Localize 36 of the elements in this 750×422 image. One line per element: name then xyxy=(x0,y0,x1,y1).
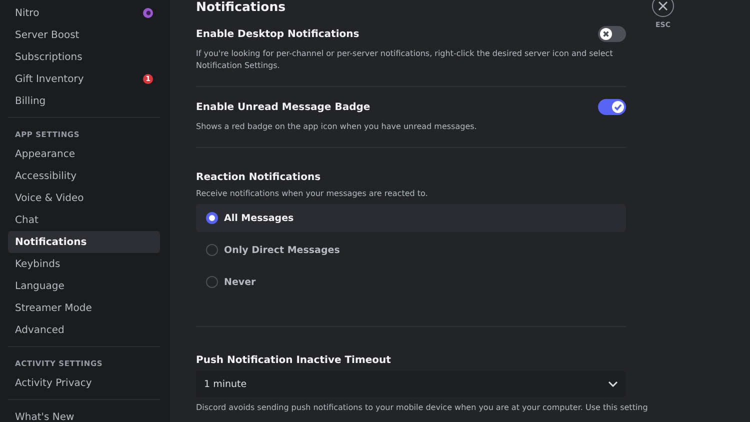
setting-description: Discord avoids sending push notifications to your mobile device when you are at your computer. Use this setting xyxy=(196,402,648,414)
setting-title: Reaction Notifications xyxy=(196,172,322,183)
sidebar-item[interactable]: Voice & Video xyxy=(8,187,160,209)
toggle-switch[interactable] xyxy=(598,99,626,115)
sidebar-item[interactable]: Language xyxy=(8,275,160,297)
setting-title: Enable Desktop Notifications xyxy=(196,28,360,40)
close-icon xyxy=(658,1,668,11)
setting-description: Receive notifications when your messages are reacted to. xyxy=(196,188,429,200)
sidebar-item[interactable]: Streamer Mode xyxy=(8,297,160,319)
toggle-switch[interactable] xyxy=(598,26,626,42)
nitro-icon xyxy=(143,8,153,18)
x-icon xyxy=(601,29,611,39)
sidebar-item[interactable]: Nitro xyxy=(8,2,160,24)
sidebar-item[interactable]: What's New xyxy=(8,406,160,422)
setting-description: Shows a red badge on the app icon when you have unread messages. xyxy=(196,121,478,133)
sidebar-item[interactable]: Activity Privacy xyxy=(8,372,160,394)
close-button[interactable] xyxy=(652,0,674,17)
radio-option[interactable]: All Messages xyxy=(196,204,626,232)
radio-option[interactable]: Only Direct Messages xyxy=(196,236,626,264)
page-title: Notifications xyxy=(196,0,287,14)
sidebar-item[interactable]: Appearance xyxy=(8,143,160,165)
check-icon xyxy=(613,102,623,112)
sidebar-item[interactable]: Chat xyxy=(8,209,160,231)
sidebar-item[interactable]: Server Boost xyxy=(8,24,160,46)
sidebar-item[interactable]: Keybinds xyxy=(8,253,160,275)
setting-description: If you're looking for per-channel or per-server notifications, right-click the desired server icon and select Notification Settings. xyxy=(196,48,614,72)
sidebar-item[interactable]: Subscriptions xyxy=(8,46,160,68)
timeout-dropdown[interactable]: 1 minute xyxy=(196,371,626,397)
radio-option[interactable]: Never xyxy=(196,268,626,296)
setting-title: Push Notification Inactive Timeout xyxy=(196,355,392,366)
setting-title: Enable Unread Message Badge xyxy=(196,102,370,112)
sidebar-item[interactable]: Advanced xyxy=(8,319,160,341)
chevron-down-icon xyxy=(608,381,618,387)
sidebar-item[interactable]: Billing xyxy=(8,90,160,112)
sidebar-item[interactable]: Notifications xyxy=(8,231,160,253)
sidebar-item[interactable]: Accessibility xyxy=(8,165,160,187)
